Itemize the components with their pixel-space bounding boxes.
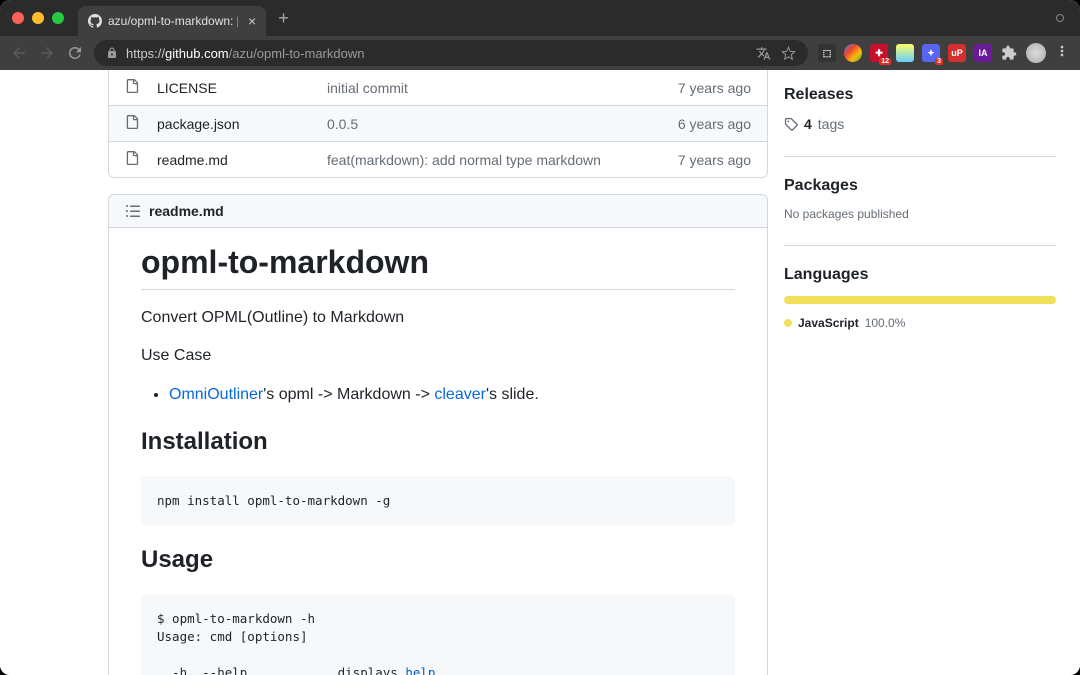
ext-icon-1[interactable]: ⬚	[818, 44, 836, 62]
file-commit-message[interactable]: initial commit	[327, 80, 678, 96]
window-maximize-button[interactable]	[52, 12, 64, 24]
language-item[interactable]: JavaScript 100.0%	[784, 316, 1056, 330]
ext-icon-6[interactable]: uP	[948, 44, 966, 62]
url-bar[interactable]: https://github.com/azu/opml-to-markdown	[94, 40, 808, 66]
back-button[interactable]	[10, 44, 28, 62]
file-name[interactable]: LICENSE	[157, 80, 327, 96]
language-bar[interactable]	[784, 296, 1056, 304]
title-bar: azu/opml-to-markdown: [node × +	[0, 0, 1080, 36]
languages-heading: Languages	[784, 266, 1056, 284]
readme-box: readme.md opml-to-markdown Convert OPML(…	[108, 194, 768, 675]
tab-close-icon[interactable]: ×	[248, 13, 256, 29]
readme-header: readme.md	[109, 195, 767, 228]
packages-heading[interactable]: Packages	[784, 177, 1056, 195]
browser-menu-button[interactable]	[1054, 43, 1070, 64]
file-commit-message[interactable]: feat(markdown): add normal type markdown	[327, 152, 678, 168]
readme-body: opml-to-markdown Convert OPML(Outline) t…	[109, 228, 767, 675]
toolbar: https://github.com/azu/opml-to-markdown …	[0, 36, 1080, 70]
browser-tab[interactable]: azu/opml-to-markdown: [node ×	[78, 6, 266, 36]
usecase-item: OmniOutliner's opml -> Markdown -> cleav…	[169, 382, 735, 408]
reload-button[interactable]	[66, 44, 84, 62]
file-name[interactable]: readme.md	[157, 152, 327, 168]
window-close-button[interactable]	[12, 12, 24, 24]
file-time: 6 years ago	[678, 116, 751, 132]
install-codeblock: npm install opml-to-markdown -g	[141, 476, 735, 526]
browser-window: azu/opml-to-markdown: [node × + https://…	[0, 0, 1080, 675]
ext-icon-7[interactable]: IA	[974, 44, 992, 62]
file-commit-message[interactable]: 0.0.5	[327, 116, 678, 132]
ext-icon-2[interactable]	[844, 44, 862, 62]
releases-section: Releases 4 tags	[784, 86, 1056, 132]
omnioutliner-link[interactable]: OmniOutliner	[169, 386, 263, 403]
tag-icon	[784, 117, 798, 131]
extensions-icon[interactable]	[1000, 44, 1018, 62]
lock-icon	[106, 47, 118, 59]
github-icon	[88, 14, 102, 28]
main-column: LICENSEinitial commit7 years agopackage.…	[0, 70, 784, 675]
packages-text: No packages published	[784, 207, 1056, 221]
readme-filename: readme.md	[149, 203, 224, 219]
releases-heading[interactable]: Releases	[784, 86, 1056, 104]
ext-icon-5[interactable]: ✦3	[922, 44, 940, 62]
file-row[interactable]: LICENSEinitial commit7 years ago	[109, 70, 767, 105]
releases-tags-link[interactable]: 4 tags	[784, 116, 1056, 132]
tab-overflow-icon[interactable]	[1056, 14, 1064, 22]
traffic-lights	[12, 12, 64, 24]
window-minimize-button[interactable]	[32, 12, 44, 24]
star-icon[interactable]	[781, 46, 796, 61]
usage-codeblock-1: $ opml-to-markdown -h Usage: cmd [option…	[141, 594, 735, 675]
readme-intro: Convert OPML(Outline) to Markdown	[141, 306, 735, 330]
page-content: LICENSEinitial commit7 years agopackage.…	[0, 70, 1080, 675]
sidebar: Releases 4 tags Packages No packages pub…	[784, 70, 1080, 675]
file-icon	[125, 150, 141, 169]
list-icon	[125, 203, 141, 219]
tab-title: azu/opml-to-markdown: [node	[108, 14, 238, 28]
file-row[interactable]: readme.mdfeat(markdown): add normal type…	[109, 141, 767, 177]
readme-usecase-label: Use Case	[141, 344, 735, 368]
url-text: https://github.com/azu/opml-to-markdown	[126, 46, 748, 61]
language-dot-icon	[784, 319, 792, 327]
file-name[interactable]: package.json	[157, 116, 327, 132]
extension-icons: ⬚ ✚12 ✦3 uP IA	[818, 43, 1070, 64]
file-icon	[125, 114, 141, 133]
file-time: 7 years ago	[678, 80, 751, 96]
ext-icon-3[interactable]: ✚12	[870, 44, 888, 62]
ext-icon-4[interactable]	[896, 44, 914, 62]
profile-avatar[interactable]	[1026, 43, 1046, 63]
languages-section: Languages JavaScript 100.0%	[784, 266, 1056, 330]
forward-button[interactable]	[38, 44, 56, 62]
packages-section: Packages No packages published	[784, 177, 1056, 221]
file-list: LICENSEinitial commit7 years agopackage.…	[108, 70, 768, 178]
installation-heading: Installation	[141, 428, 735, 462]
new-tab-button[interactable]: +	[278, 8, 289, 29]
usage-heading: Usage	[141, 546, 735, 580]
translate-icon[interactable]	[756, 46, 771, 61]
file-time: 7 years ago	[678, 152, 751, 168]
file-row[interactable]: package.json0.0.56 years ago	[109, 105, 767, 141]
file-icon	[125, 78, 141, 97]
cleaver-link[interactable]: cleaver	[434, 386, 486, 403]
readme-title: opml-to-markdown	[141, 244, 735, 290]
